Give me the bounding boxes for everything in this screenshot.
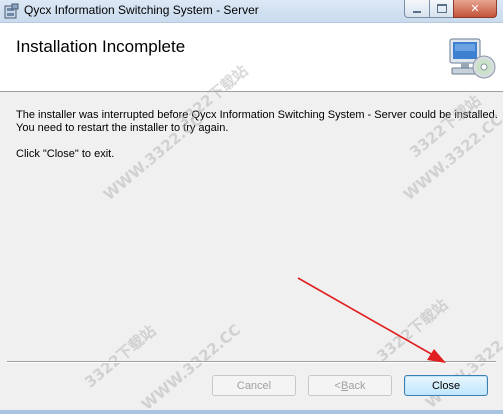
watermark: 3322下载站 xyxy=(373,295,452,366)
message-line-3: Click "Close" to exit. xyxy=(16,148,115,160)
computer-cd-icon xyxy=(449,38,496,79)
close-window-button[interactable]: ✕ xyxy=(453,0,497,18)
close-button[interactable]: Close xyxy=(404,375,488,396)
header-banner: Installation Incomplete xyxy=(0,23,503,92)
installer-app-icon xyxy=(4,3,19,19)
watermark: WWW.3322.CC xyxy=(138,320,245,414)
footer-separator xyxy=(7,361,496,363)
back-label-rest: ack xyxy=(348,379,366,392)
page-title: Installation Incomplete xyxy=(16,37,186,56)
minimize-icon xyxy=(413,10,421,13)
cancel-label: Cancel xyxy=(236,379,272,392)
watermark: 3322下载站 xyxy=(81,321,160,392)
installer-window: Qycx Information Switching System - Serv… xyxy=(0,0,503,414)
title-bar[interactable]: Qycx Information Switching System - Serv… xyxy=(0,0,503,23)
close-label: Close xyxy=(431,379,461,392)
window-title: Qycx Information Switching System - Serv… xyxy=(24,3,259,17)
close-icon: ✕ xyxy=(470,2,480,15)
maximize-button[interactable] xyxy=(429,0,453,18)
maximize-icon xyxy=(436,4,447,13)
minimize-button[interactable] xyxy=(404,0,429,18)
cancel-button[interactable]: Cancel xyxy=(212,375,296,396)
window-controls: ✕ xyxy=(404,0,497,18)
back-label-accelerator: B xyxy=(340,379,349,392)
message-line-1: The installer was interrupted before Qyc… xyxy=(16,109,498,121)
message-line-2: You need to restart the installer to try… xyxy=(16,122,229,134)
watermark: 3322下载站 xyxy=(406,91,485,162)
watermark: WWW.3322.CC xyxy=(400,110,503,204)
back-button[interactable]: < Back xyxy=(308,375,392,396)
watermark: WWW.3322.CC xyxy=(422,318,503,412)
